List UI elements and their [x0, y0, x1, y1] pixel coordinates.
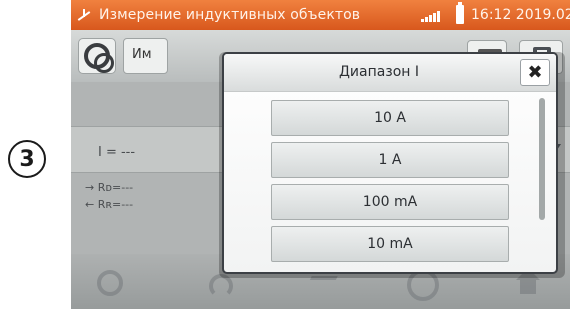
signal-bar [421, 19, 424, 22]
rr-readout: ← Rʀ=--- [85, 198, 134, 211]
dialog-title: Диапазон I [338, 64, 420, 80]
range-option-10ma[interactable]: 10 mA [271, 226, 509, 262]
screen-title: Измерение индуктивных объектов [99, 7, 361, 23]
probe-icon[interactable] [78, 38, 116, 74]
range-option-1a[interactable]: 1 A [271, 142, 509, 178]
nav-probe-icon[interactable] [95, 268, 129, 298]
measurement-name-button[interactable]: Им [123, 38, 168, 74]
status-bar: Измерение индуктивных объектов 16:12 201… [71, 0, 570, 30]
sonel-logo-icon [75, 5, 95, 25]
dialog-header: Диапазон I ✖ [224, 54, 556, 92]
current-readout: I = --- [98, 145, 136, 160]
close-button[interactable]: ✖ [520, 59, 550, 86]
signal-bar [429, 15, 432, 22]
range-dialog: Диапазон I ✖ 10 A 1 A 100 mA 10 mA [222, 52, 558, 274]
range-option-100ma[interactable]: 100 mA [271, 184, 509, 220]
device-screen: Измерение индуктивных объектов 16:12 201… [71, 0, 570, 309]
status-datetime: 16:12 2019.02.10 [471, 7, 570, 23]
battery-icon [456, 2, 464, 24]
signal-bar [425, 17, 428, 22]
signal-bar [437, 11, 440, 22]
dialog-scrollbar[interactable] [539, 98, 545, 220]
range-option-10a[interactable]: 10 A [271, 100, 509, 136]
signal-strength-icon [421, 9, 443, 22]
step-number-badge: 3 [8, 140, 46, 178]
signal-bar [433, 13, 436, 22]
page: 3 Измерение индуктивных объектов 16:12 2… [0, 0, 570, 309]
rf-readout: → Rᴅ=--- [85, 181, 134, 194]
